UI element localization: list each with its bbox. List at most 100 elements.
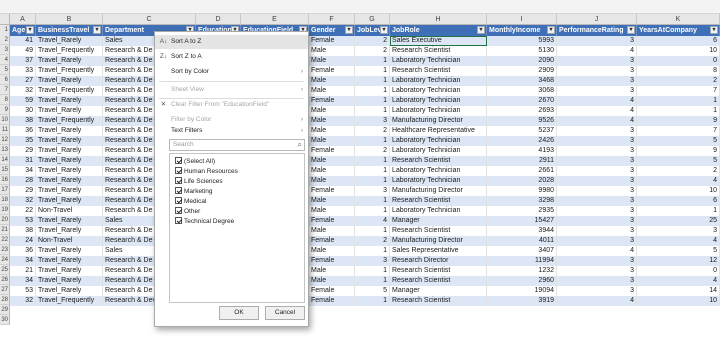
row-header[interactable]: 19 (0, 205, 10, 215)
table-cell[interactable]: 1232 (487, 266, 557, 276)
table-cell[interactable]: 0 (637, 56, 720, 66)
table-cell[interactable]: 14 (637, 286, 720, 296)
table-cell[interactable]: Travel_Rarely (36, 216, 103, 226)
table-cell[interactable]: 36 (10, 126, 36, 136)
table-cell[interactable]: 22 (10, 206, 36, 216)
table-cell[interactable]: Male (309, 166, 355, 176)
table-cell[interactable]: Travel_Frequently (36, 66, 103, 76)
column-header-k[interactable]: K (637, 14, 720, 25)
row-header[interactable]: 12 (0, 135, 10, 145)
table-cell[interactable]: Sales Representative (390, 246, 487, 256)
table-cell[interactable]: 2028 (487, 176, 557, 186)
table-cell[interactable]: 59 (10, 96, 36, 106)
table-cell[interactable]: 3919 (487, 296, 557, 306)
table-cell[interactable]: 8 (637, 66, 720, 76)
table-cell[interactable]: 3068 (487, 86, 557, 96)
ok-button[interactable]: OK (219, 306, 259, 320)
table-cell[interactable]: Research Scientist (390, 226, 487, 236)
table-cell[interactable]: Laboratory Technician (390, 136, 487, 146)
table-cell[interactable]: Travel_Rarely (36, 196, 103, 206)
table-cell[interactable]: 1 (355, 56, 390, 66)
table-cell[interactable]: Male (309, 266, 355, 276)
table-cell[interactable]: 4011 (487, 236, 557, 246)
row-header[interactable]: 17 (0, 185, 10, 195)
table-cell[interactable]: 3 (557, 196, 637, 206)
filter-dropdown-icon[interactable]: ▾ (710, 26, 718, 34)
table-cell[interactable]: 32 (10, 296, 36, 306)
table-cell[interactable]: Male (309, 106, 355, 116)
table-cell[interactable]: 6 (637, 196, 720, 206)
table-cell[interactable]: Male (309, 156, 355, 166)
row-header[interactable]: 22 (0, 235, 10, 245)
table-cell[interactable]: Travel_Rarely (36, 276, 103, 286)
checkbox-checked-icon[interactable] (175, 167, 182, 174)
table-cell[interactable]: 2 (355, 146, 390, 156)
table-cell[interactable]: Travel_Frequently (36, 46, 103, 56)
table-cell[interactable]: 2935 (487, 206, 557, 216)
table-cell[interactable]: 12 (637, 256, 720, 266)
table-cell[interactable]: Female (309, 66, 355, 76)
table-cell[interactable]: 1 (355, 106, 390, 116)
row-header[interactable]: 14 (0, 155, 10, 165)
table-cell[interactable]: Laboratory Technician (390, 76, 487, 86)
table-cell[interactable]: Non-Travel (36, 206, 103, 216)
table-cell[interactable]: 29 (10, 186, 36, 196)
table-cell[interactable]: Travel_Rarely (36, 126, 103, 136)
table-cell[interactable]: 9 (637, 116, 720, 126)
table-cell[interactable]: Laboratory Technician (390, 96, 487, 106)
row-header[interactable]: 5 (0, 65, 10, 75)
table-cell[interactable]: 1 (355, 206, 390, 216)
row-header[interactable]: 13 (0, 145, 10, 155)
table-cell[interactable]: Travel_Rarely (36, 286, 103, 296)
table-cell[interactable]: 3 (557, 236, 637, 246)
column-header-g[interactable]: G (355, 14, 390, 25)
table-cell[interactable]: 11994 (487, 256, 557, 266)
table-cell[interactable]: Healthcare Representative (390, 126, 487, 136)
table-cell[interactable]: 3 (557, 256, 637, 266)
table-cell[interactable]: 10 (637, 186, 720, 196)
filter-option[interactable]: Human Resources (175, 167, 238, 177)
table-cell[interactable]: 2960 (487, 276, 557, 286)
column-header-d[interactable]: D (196, 14, 241, 25)
row-header[interactable]: 10 (0, 115, 10, 125)
table-cell[interactable]: 1 (355, 86, 390, 96)
table-cell[interactable]: Non-Travel (36, 236, 103, 246)
filter-option[interactable]: Medical (175, 197, 206, 207)
column-header-j[interactable]: J (557, 14, 637, 25)
sheet-view-item[interactable]: Sheet View › (155, 83, 308, 97)
table-cell[interactable]: 3 (557, 276, 637, 286)
table-cell[interactable]: 2 (355, 126, 390, 136)
table-cell[interactable]: 2693 (487, 106, 557, 116)
table-cell[interactable]: Travel_Frequently (36, 116, 103, 126)
table-cell[interactable]: 2 (355, 236, 390, 246)
table-cell[interactable]: 1 (355, 66, 390, 76)
filter-option[interactable]: Marketing (175, 187, 213, 197)
table-cell[interactable]: 30 (10, 106, 36, 116)
table-cell[interactable]: Female (309, 296, 355, 306)
table-cell[interactable]: 2 (355, 46, 390, 56)
filter-dropdown-icon[interactable]: ▾ (93, 26, 101, 34)
table-cell[interactable]: Research Scientist (390, 46, 487, 56)
table-cell[interactable]: 3 (557, 36, 637, 46)
table-cell[interactable]: Travel_Rarely (36, 36, 103, 46)
table-cell[interactable]: 1 (355, 176, 390, 186)
table-cell[interactable]: 4 (355, 216, 390, 226)
table-cell[interactable]: Travel_Rarely (36, 226, 103, 236)
table-cell[interactable]: Laboratory Technician (390, 166, 487, 176)
table-cell[interactable]: 34 (10, 166, 36, 176)
filter-option[interactable]: Technical Degree (175, 217, 234, 227)
table-cell[interactable]: Travel_Rarely (36, 266, 103, 276)
table-cell[interactable]: Laboratory Technician (390, 106, 487, 116)
table-cell[interactable]: Research Scientist (390, 266, 487, 276)
row-header[interactable]: 11 (0, 125, 10, 135)
table-cell[interactable]: 1 (355, 156, 390, 166)
table-cell[interactable]: 4 (557, 116, 637, 126)
table-cell[interactable]: Travel_Rarely (36, 96, 103, 106)
table-cell[interactable]: 1 (355, 166, 390, 176)
table-cell[interactable]: 1 (355, 296, 390, 306)
table-cell[interactable]: 9980 (487, 186, 557, 196)
table-cell[interactable]: Travel_Rarely (36, 186, 103, 196)
table-cell[interactable]: 38 (10, 116, 36, 126)
row-header[interactable]: 24 (0, 255, 10, 265)
table-cell[interactable]: 1 (637, 206, 720, 216)
